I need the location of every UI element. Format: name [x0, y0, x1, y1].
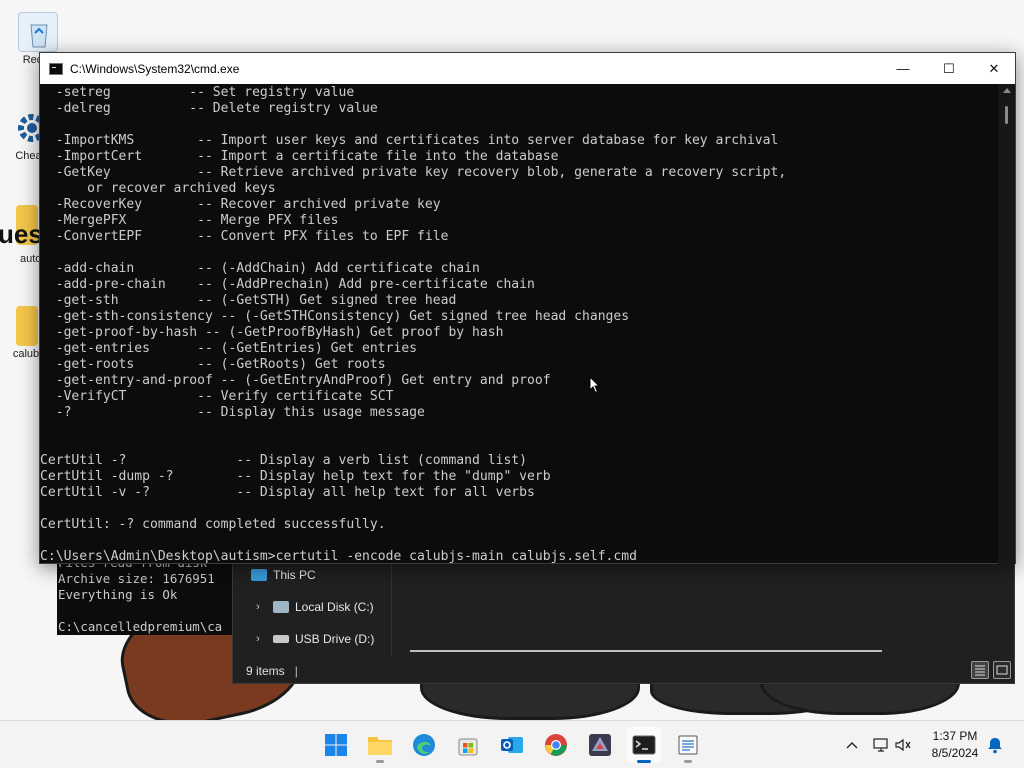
taskbar-terminal[interactable] [626, 727, 662, 763]
taskbar-game-app[interactable] [582, 727, 618, 763]
details-view-button[interactable] [971, 661, 989, 679]
notification-bell-icon[interactable] [986, 736, 1004, 759]
this-pc-icon [251, 569, 267, 581]
console-line: C:\cancelledpremium\ca [58, 619, 223, 634]
desktop-icon-label: ues [0, 219, 43, 249]
console-line: CertUtil -dump -? -- Display help text f… [40, 469, 551, 484]
system-tray [842, 721, 914, 768]
minimize-icon: — [896, 61, 910, 76]
terminal-icon [632, 735, 656, 755]
clock-date: 8/5/2024 [931, 746, 979, 760]
chrome-icon [545, 734, 567, 756]
console-line: -get-roots -- (-GetRoots) Get roots [40, 357, 386, 372]
explorer-status-bar: 9 items | [233, 659, 1014, 683]
chevron-right-icon[interactable]: › [251, 601, 265, 613]
nav-item-usb-drive[interactable]: › USB Drive (D:) [251, 627, 374, 651]
folder-icon [16, 306, 38, 346]
taskbar-store[interactable] [450, 727, 486, 763]
chevron-right-icon[interactable]: › [251, 633, 265, 645]
nav-item-local-disk[interactable]: › Local Disk (C:) [251, 595, 374, 619]
console-line: -get-sth-consistency -- (-GetSTHConsiste… [40, 309, 630, 324]
running-indicator [376, 760, 384, 763]
console-line: -ImportKMS -- Import user keys and certi… [40, 133, 779, 148]
command-prompt-window[interactable]: C:\Windows\System32\cmd.exe — ☐ ✕ -setre… [39, 52, 1016, 564]
outlook-icon [501, 737, 523, 753]
item-count: 9 items [246, 664, 285, 678]
console-line: -GetKey -- Retrieve archived private key… [40, 165, 787, 180]
file-explorer-window[interactable]: This PC › Local Disk (C:) › USB Drive (D… [232, 558, 1015, 684]
console-line: Everything is Ok [58, 587, 178, 602]
console-line: -delreg -- Delete registry value [40, 101, 378, 116]
scrollbar-thumb[interactable] [1005, 106, 1008, 124]
cmd-app-icon [49, 62, 63, 75]
nav-item-label: USB Drive (D:) [295, 632, 375, 646]
maximize-icon: ☐ [943, 60, 955, 76]
network-icon[interactable] [870, 737, 892, 753]
taskbar-outlook[interactable] [494, 727, 530, 763]
window-title: C:\Windows\System32\cmd.exe [70, 61, 240, 76]
console-line: Archive size: 1676951 [58, 571, 215, 586]
close-button[interactable]: ✕ [971, 53, 1017, 84]
volume-muted-icon[interactable] [892, 737, 914, 753]
notepad-icon [678, 735, 698, 755]
horizontal-scrollbar[interactable] [410, 650, 882, 652]
taskbar: 1:37 PM 8/5/2024 [0, 720, 1024, 768]
window-titlebar[interactable]: C:\Windows\System32\cmd.exe — ☐ ✕ [40, 53, 1015, 84]
console-line: -get-entry-and-proof -- (-GetEntryAndPro… [40, 373, 551, 388]
console-line: -setreg -- Set registry value [40, 85, 355, 100]
console-line: -get-entries -- (-GetEntries) Get entrie… [40, 341, 418, 356]
taskbar-file-explorer[interactable] [362, 727, 398, 763]
nav-item-label: This PC [273, 568, 316, 582]
recycle-bin-icon [18, 12, 58, 52]
console-line: -get-sth -- (-GetSTH) Get signed tree he… [40, 293, 457, 308]
navigation-pane: This PC › Local Disk (C:) › USB Drive (D… [233, 559, 391, 657]
taskbar-notepad[interactable] [670, 727, 706, 763]
background-console-window[interactable]: Files read from disk Archive size: 16769… [57, 555, 247, 635]
mouse-cursor-icon [589, 376, 601, 394]
console-line: -add-pre-chain -- (-AddPrechain) Add pre… [40, 277, 535, 292]
usb-drive-icon [273, 635, 289, 643]
store-icon [458, 738, 478, 756]
active-indicator [637, 760, 651, 763]
clock-time: 1:37 PM [932, 729, 978, 743]
running-indicator [684, 760, 692, 763]
console-line: CertUtil -? -- Display a verb list (comm… [40, 453, 528, 468]
tiles-view-button[interactable] [993, 661, 1011, 679]
game-app-icon [589, 734, 611, 756]
console-line: -add-chain -- (-AddChain) Add certificat… [40, 261, 480, 276]
taskbar-clock[interactable]: 1:37 PM 8/5/2024 [918, 728, 992, 762]
windows-start-icon [325, 734, 347, 756]
console-line: -? -- Display this usage message [40, 405, 425, 420]
console-line: -ConvertEPF -- Convert PFX files to EPF … [40, 229, 449, 244]
console-line: -MergePFX -- Merge PFX files [40, 213, 339, 228]
vertical-scrollbar[interactable] [998, 84, 1015, 564]
minimize-button[interactable]: — [880, 53, 926, 84]
console-output[interactable]: -setreg -- Set registry value -delreg --… [40, 84, 998, 564]
console-line: -RecoverKey -- Recover archived private … [40, 197, 441, 212]
close-icon: ✕ [988, 60, 1000, 76]
taskbar-chrome[interactable] [538, 727, 574, 763]
console-line: CertUtil -v -? -- Display all help text … [40, 485, 535, 500]
nav-item-this-pc[interactable]: This PC [251, 563, 316, 587]
maximize-button[interactable]: ☐ [926, 53, 972, 84]
folder-icon [368, 737, 392, 755]
taskbar-edge[interactable] [406, 727, 442, 763]
console-line: CertUtil: -? command completed successfu… [40, 517, 386, 532]
console-line: -get-proof-by-hash -- (-GetProofByHash) … [40, 325, 504, 340]
taskbar-start-button[interactable] [318, 727, 354, 763]
status-separator: | [294, 664, 298, 678]
pane-divider[interactable] [391, 559, 392, 657]
scroll-up-arrow-icon[interactable] [1003, 88, 1011, 93]
nav-item-label: Local Disk (C:) [295, 600, 374, 614]
show-hidden-icons-chevron-up-icon[interactable] [842, 741, 862, 749]
console-line: C:\Users\Admin\Desktop\autism>certutil -… [40, 549, 637, 564]
console-line: -VerifyCT -- Verify certificate SCT [40, 389, 394, 404]
console-line: or recover archived keys [40, 181, 276, 196]
edge-icon [413, 734, 435, 756]
console-line: -ImportCert -- Import a certificate file… [40, 149, 559, 164]
local-disk-icon [273, 601, 289, 613]
